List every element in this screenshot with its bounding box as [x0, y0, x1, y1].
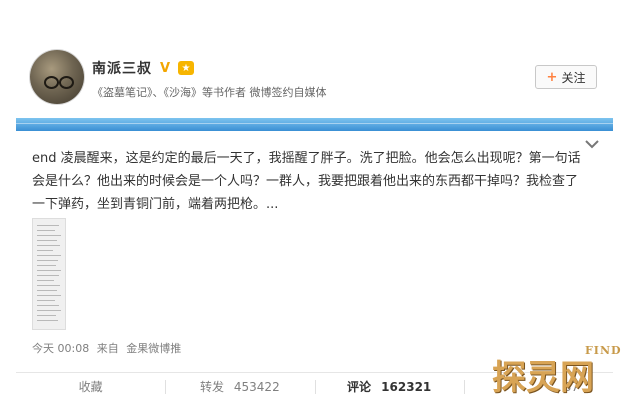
post-timestamp[interactable]: 今天 00:08	[32, 342, 89, 355]
post-text: end 凌晨醒来，这是约定的最后一天了，我摇醒了胖子。洗了把脸。他会怎么出现呢？…	[32, 151, 581, 212]
repost-button[interactable]: 转发 453422	[165, 378, 314, 395]
follow-label: 关注	[561, 70, 586, 85]
chevron-down-icon[interactable]	[584, 138, 600, 150]
avatar[interactable]	[30, 50, 84, 104]
repost-count: 453422	[233, 379, 280, 394]
header-banner	[16, 118, 613, 131]
favorite-button[interactable]: 收藏	[16, 378, 165, 395]
watermark-find: FIND	[585, 344, 622, 357]
plus-icon: +	[546, 69, 558, 85]
comment-button[interactable]: 评论 162321	[314, 378, 464, 395]
user-name-row: 南派三叔 V ★	[92, 58, 194, 78]
watermark-logo: 探灵网	[492, 358, 594, 398]
favorite-label: 收藏	[78, 379, 103, 394]
post-source-prefix: 来自	[96, 342, 119, 355]
verified-v-icon: V	[159, 60, 171, 76]
avatar-glasses	[44, 76, 74, 89]
star-member-icon[interactable]: ★	[178, 61, 194, 75]
post-meta: 今天 00:08 来自 金果微博推	[32, 340, 185, 356]
post-image-thumbnail[interactable]	[32, 218, 66, 330]
repost-label: 转发	[200, 379, 225, 394]
comment-count: 162321	[381, 379, 432, 394]
follow-button[interactable]: + 关注	[535, 65, 597, 89]
post-source[interactable]: 金果微博推	[126, 342, 181, 355]
comment-label: 评论	[346, 379, 371, 394]
user-bio: 《盗墓笔记》、《沙海》等书作者 微博签约自媒体	[92, 86, 327, 99]
username[interactable]: 南派三叔	[92, 58, 152, 78]
